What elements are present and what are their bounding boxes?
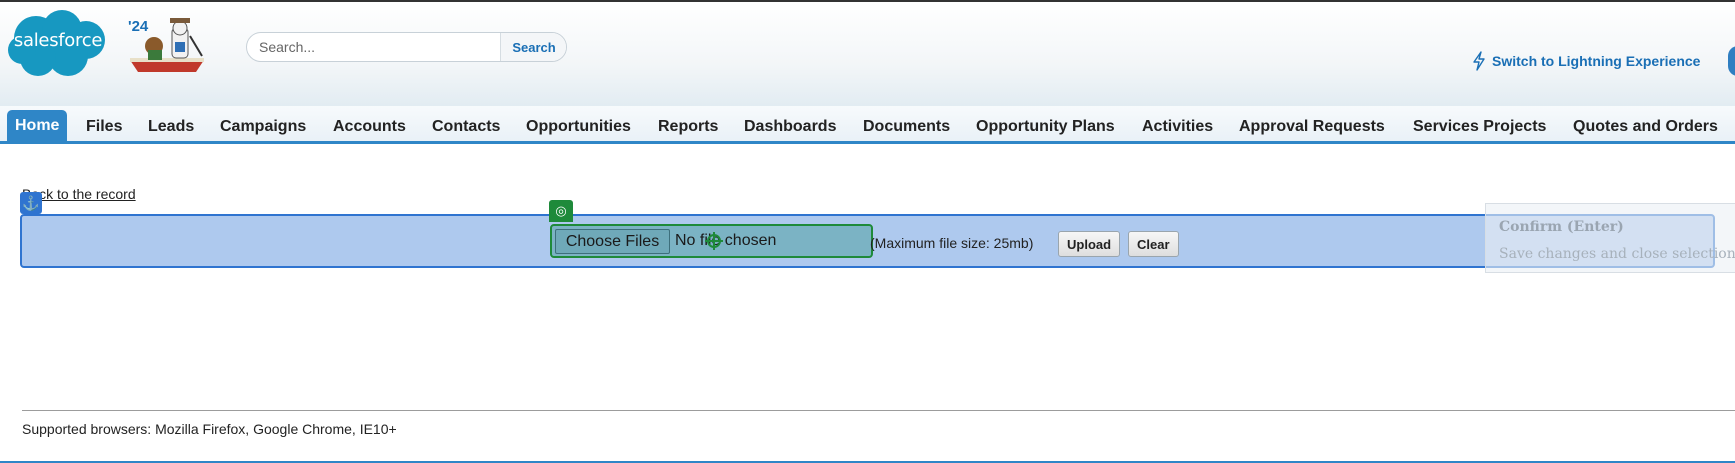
- anchor-icon[interactable]: ⚓: [20, 192, 42, 214]
- upload-button[interactable]: Upload: [1058, 231, 1121, 257]
- tab-approval-requests[interactable]: Approval Requests: [1239, 112, 1385, 141]
- tab-contacts[interactable]: Contacts: [432, 112, 500, 141]
- search-input[interactable]: [247, 33, 500, 61]
- avatar[interactable]: [1728, 46, 1735, 76]
- switch-lightning-label: Switch to Lightning Experience: [1492, 53, 1701, 69]
- choose-files-button[interactable]: Choose Files: [555, 229, 670, 254]
- search-box: Search: [246, 32, 567, 62]
- confirm-tooltip[interactable]: Confirm (Enter) Save changes and close s…: [1485, 203, 1735, 273]
- confirm-title: Confirm (Enter): [1499, 219, 1624, 235]
- tab-campaigns[interactable]: Campaigns: [220, 112, 306, 141]
- tab-opportunity-plans[interactable]: Opportunity Plans: [976, 112, 1115, 141]
- no-file-chosen-text: No file chosen: [675, 232, 777, 249]
- tab-home[interactable]: Home: [7, 110, 68, 142]
- confirm-subtitle: Save changes and close selection window: [1499, 246, 1735, 262]
- lightning-bolt-icon: [1473, 51, 1485, 71]
- logo-text: salesforce: [13, 30, 103, 51]
- header: salesforce '24 Search Switch to Lightnin…: [0, 2, 1735, 106]
- tab-services-projects[interactable]: Services Projects: [1413, 112, 1546, 141]
- tab-leads[interactable]: Leads: [148, 112, 194, 141]
- tab-files[interactable]: Files: [86, 112, 122, 141]
- clear-button[interactable]: Clear: [1128, 231, 1179, 257]
- salesforce-logo[interactable]: salesforce: [6, 8, 110, 82]
- tab-opportunities[interactable]: Opportunities: [526, 112, 631, 141]
- crosshair-icon: [705, 232, 723, 250]
- footer-divider: [22, 410, 1735, 411]
- tab-reports[interactable]: Reports: [658, 112, 718, 141]
- supported-browsers-text: Supported browsers: Mozilla Firefox, Goo…: [22, 421, 397, 437]
- tab-activities[interactable]: Activities: [1142, 112, 1213, 141]
- tab-dashboards[interactable]: Dashboards: [744, 112, 836, 141]
- tab-bar: Home Files Leads Campaigns Accounts Cont…: [0, 106, 1735, 144]
- tab-accounts[interactable]: Accounts: [333, 112, 406, 141]
- tab-quotes-and-orders[interactable]: Quotes and Orders: [1573, 112, 1718, 141]
- search-button[interactable]: Search: [500, 33, 566, 61]
- switch-lightning-link[interactable]: Switch to Lightning Experience: [1472, 51, 1700, 71]
- target-badge-icon[interactable]: ◎: [549, 200, 573, 222]
- tab-documents[interactable]: Documents: [863, 112, 950, 141]
- mascot-year: '24: [128, 18, 149, 35]
- max-file-size-text: (Maximum file size: 25mb): [870, 235, 1034, 251]
